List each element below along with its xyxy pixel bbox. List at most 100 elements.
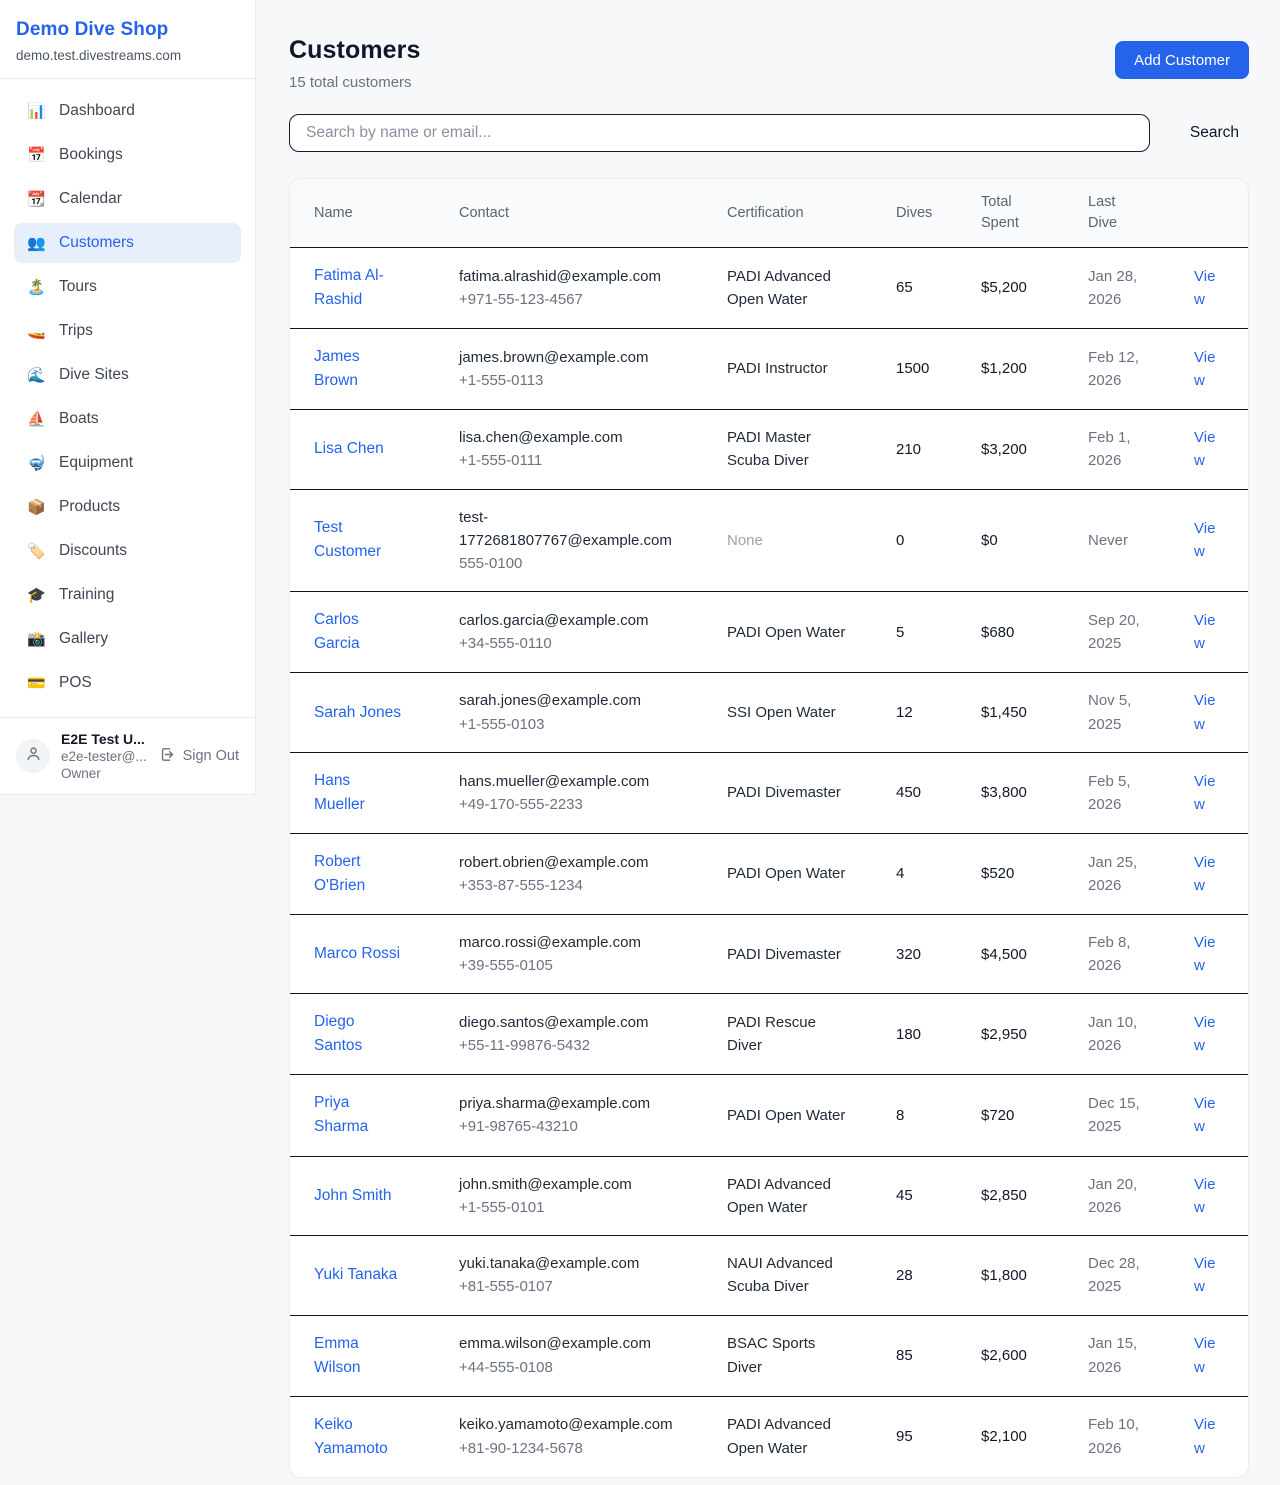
customer-name-link[interactable]: Hans Mueller: [314, 772, 365, 813]
view-link[interactable]: View: [1194, 349, 1215, 389]
customer-dives: 45: [896, 1156, 981, 1236]
customer-email: carlos.garcia@example.com: [459, 609, 674, 632]
view-link[interactable]: View: [1194, 1255, 1215, 1295]
customer-certification: None: [727, 489, 896, 592]
sidebar-item-products[interactable]: 📦 Products: [14, 487, 241, 527]
view-link[interactable]: View: [1194, 934, 1215, 974]
customer-name-link[interactable]: Fatima Al-Rashid: [314, 267, 384, 308]
sidebar-item-label: Calendar: [59, 190, 122, 208]
customer-email: keiko.yamamoto@example.com: [459, 1413, 674, 1436]
sidebar-item-tours[interactable]: 🏝️ Tours: [14, 267, 241, 307]
customer-total-spent: $2,950: [981, 994, 1088, 1075]
customer-last-dive: Sep 20, 2025: [1088, 592, 1194, 673]
view-link[interactable]: View: [1194, 1014, 1215, 1054]
shop-name: Demo Dive Shop: [16, 19, 239, 41]
customer-last-dive: Feb 5, 2026: [1088, 752, 1194, 833]
customer-dives: 8: [896, 1075, 981, 1156]
view-link[interactable]: View: [1194, 1416, 1215, 1456]
sidebar-item-label: Boats: [59, 410, 99, 428]
customer-certification: PADI Open Water: [727, 1075, 896, 1156]
customer-name-link[interactable]: Test Customer: [314, 519, 381, 560]
customer-name-link[interactable]: Robert O'Brien: [314, 853, 365, 894]
sidebar-item-pos[interactable]: 💳 POS: [14, 663, 241, 703]
customers-table-card: NameContactCertificationDivesTotal Spent…: [289, 178, 1249, 1478]
search-input[interactable]: [289, 114, 1150, 152]
sidebar-item-training[interactable]: 🎓 Training: [14, 575, 241, 615]
sidebar-item-boats[interactable]: ⛵ Boats: [14, 399, 241, 439]
customer-name-link[interactable]: Carlos Garcia: [314, 611, 360, 652]
customer-last-dive: Feb 8, 2026: [1088, 914, 1194, 994]
view-link[interactable]: View: [1194, 692, 1215, 732]
sign-out-button[interactable]: Sign Out: [159, 746, 239, 767]
customer-last-dive: Jan 15, 2026: [1088, 1315, 1194, 1396]
sidebar-item-trips[interactable]: 🚤 Trips: [14, 311, 241, 351]
table-row: Sarah Jones sarah.jones@example.com +1-5…: [290, 673, 1248, 753]
customer-phone: +91-98765-43210: [459, 1115, 674, 1138]
equipment-icon: 🤿: [27, 456, 46, 471]
bookings-icon: 📅: [27, 148, 46, 163]
table-row: Test Customer test-1772681807767@example…: [290, 489, 1248, 592]
customer-last-dive: Nov 5, 2025: [1088, 673, 1194, 753]
add-customer-button[interactable]: Add Customer: [1115, 41, 1249, 79]
customer-dives: 210: [896, 410, 981, 490]
sidebar-item-bookings[interactable]: 📅 Bookings: [14, 135, 241, 175]
customer-phone: +353-87-555-1234: [459, 874, 674, 897]
customer-name-link[interactable]: Lisa Chen: [314, 440, 384, 457]
view-link[interactable]: View: [1194, 520, 1215, 560]
customer-phone: +1-555-0113: [459, 369, 674, 392]
customer-total-spent: $520: [981, 833, 1088, 914]
customer-name-link[interactable]: Yuki Tanaka: [314, 1266, 397, 1283]
view-link[interactable]: View: [1194, 268, 1215, 308]
sidebar-item-customers[interactable]: 👥 Customers: [14, 223, 241, 263]
customer-certification: SSI Open Water: [727, 673, 896, 753]
customer-certification: BSAC Sports Diver: [727, 1315, 896, 1396]
logout-icon: [159, 746, 176, 767]
customer-dives: 1500: [896, 329, 981, 410]
customer-name-link[interactable]: Diego Santos: [314, 1013, 362, 1054]
sidebar-item-dashboard[interactable]: 📊 Dashboard: [14, 91, 241, 131]
user-icon: [25, 745, 42, 767]
user-email: e2e-tester@...: [61, 749, 148, 764]
table-row: James Brown james.brown@example.com +1-5…: [290, 329, 1248, 410]
customer-name-link[interactable]: Priya Sharma: [314, 1094, 368, 1135]
view-link[interactable]: View: [1194, 854, 1215, 894]
customer-last-dive: Jan 25, 2026: [1088, 833, 1194, 914]
customer-certification: PADI Divemaster: [727, 914, 896, 994]
sidebar-item-discounts[interactable]: 🏷️ Discounts: [14, 531, 241, 571]
view-link[interactable]: View: [1194, 612, 1215, 652]
customer-dives: 0: [896, 489, 981, 592]
sidebar-item-gallery[interactable]: 📸 Gallery: [14, 619, 241, 659]
customer-total-spent: $1,450: [981, 673, 1088, 753]
customer-certification: PADI Advanced Open Water: [727, 1156, 896, 1236]
table-row: Yuki Tanaka yuki.tanaka@example.com +81-…: [290, 1236, 1248, 1316]
column-header-contact: Contact: [459, 179, 727, 248]
sidebar-item-equipment[interactable]: 🤿 Equipment: [14, 443, 241, 483]
customer-name-link[interactable]: Keiko Yamamoto: [314, 1416, 388, 1457]
sidebar-item-dive-sites[interactable]: 🌊 Dive Sites: [14, 355, 241, 395]
customer-phone: +81-555-0107: [459, 1275, 674, 1298]
page-header: Customers 15 total customers Add Custome…: [289, 36, 1249, 91]
view-link[interactable]: View: [1194, 429, 1215, 469]
sidebar-item-label: Equipment: [59, 454, 133, 472]
customer-name-link[interactable]: Emma Wilson: [314, 1335, 361, 1376]
customer-total-spent: $2,850: [981, 1156, 1088, 1236]
trips-icon: 🚤: [27, 324, 46, 339]
customer-name-link[interactable]: James Brown: [314, 348, 360, 389]
view-link[interactable]: View: [1194, 1095, 1215, 1135]
sidebar-item-label: Trips: [59, 322, 93, 340]
customer-total-spent: $3,800: [981, 752, 1088, 833]
sidebar-item-calendar[interactable]: 📆 Calendar: [14, 179, 241, 219]
customer-name-link[interactable]: Sarah Jones: [314, 704, 401, 721]
customer-name-link[interactable]: Marco Rossi: [314, 945, 400, 962]
column-header-name: Name: [290, 179, 459, 248]
view-link[interactable]: View: [1194, 773, 1215, 813]
sidebar-nav: 📊 Dashboard 📅 Bookings 📆 Calendar 👥 Cust…: [0, 79, 255, 717]
customer-last-dive: Jan 10, 2026: [1088, 994, 1194, 1075]
table-row: Fatima Al-Rashid fatima.alrashid@example…: [290, 248, 1248, 329]
user-name: E2E Test U...: [61, 731, 148, 747]
view-link[interactable]: View: [1194, 1335, 1215, 1375]
customer-phone: +49-170-555-2233: [459, 793, 674, 816]
view-link[interactable]: View: [1194, 1176, 1215, 1216]
search-button[interactable]: Search: [1180, 118, 1249, 148]
customer-name-link[interactable]: John Smith: [314, 1187, 392, 1204]
